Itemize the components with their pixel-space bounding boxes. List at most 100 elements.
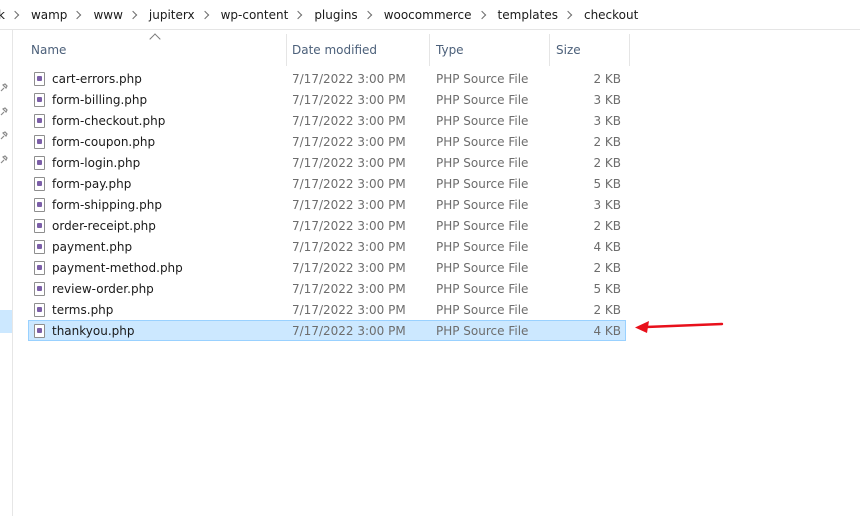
file-row[interactable]: form-billing.php 7/17/2022 3:00 PM PHP Sou… [28,89,626,110]
column-divider[interactable] [629,34,630,66]
file-name: order-receipt.php [52,219,156,233]
nav-selected-item[interactable] [0,310,12,333]
file-type: PHP Source File [436,240,529,254]
file-name: form-pay.php [52,177,132,191]
address-bar[interactable]: k wamp www jupiterx wp-content plugins woocomm… [0,0,860,30]
column-header-type[interactable]: Type [431,30,549,66]
file-size: 2 KB [593,303,621,317]
column-divider[interactable] [429,34,430,66]
chevron-right-icon[interactable] [294,10,303,19]
php-file-icon [34,156,45,170]
file-name: form-billing.php [52,93,148,107]
column-header-date[interactable]: Date modified [287,30,429,66]
file-name: form-shipping.php [52,198,162,212]
file-name: form-login.php [52,156,141,170]
php-file-icon [34,219,45,233]
chevron-right-icon[interactable] [477,10,486,19]
file-row[interactable]: form-shipping.php 7/17/2022 3:00 PM PHP So… [28,194,626,215]
php-file-icon [34,324,45,338]
php-file-icon [34,114,45,128]
file-size: 5 KB [593,282,621,296]
file-row[interactable]: payment.php 7/17/2022 3:00 PM PHP Source F… [28,236,626,257]
file-row[interactable]: review-order.php 7/17/2022 3:00 PM PHP Sou… [28,278,626,299]
file-date-modified: 7/17/2022 3:00 PM [292,240,406,254]
file-size: 3 KB [593,114,621,128]
file-size: 4 KB [593,324,621,338]
file-size: 4 KB [593,240,621,254]
file-size: 5 KB [593,177,621,191]
file-type: PHP Source File [436,282,529,296]
breadcrumb-item[interactable]: woocommerce [380,8,472,22]
file-size: 3 KB [593,198,621,212]
pin-icon [0,155,8,164]
pin-icon [0,83,8,92]
file-type: PHP Source File [436,261,529,275]
file-type: PHP Source File [436,135,529,149]
column-header-name[interactable]: Name [26,30,286,66]
file-date-modified: 7/17/2022 3:00 PM [292,93,406,107]
chevron-right-icon[interactable] [128,10,138,19]
pin-icon [0,107,8,116]
pin-icon [0,131,8,140]
breadcrumb-item[interactable]: templates [494,8,558,22]
file-row[interactable]: form-pay.php 7/17/2022 3:00 PM PHP Source … [28,173,626,194]
chevron-right-icon[interactable] [73,10,82,19]
php-file-icon [34,261,45,275]
file-row[interactable]: form-checkout.php 7/17/2022 3:00 PM PHP So… [28,110,626,131]
file-size: 2 KB [593,72,621,86]
php-file-icon [34,177,45,191]
file-list: cart-errors.php 7/17/2022 3:00 PM PHP Sour… [28,68,626,341]
file-date-modified: 7/17/2022 3:00 PM [292,303,406,317]
annotation-arrow [635,321,724,333]
column-header-size[interactable]: Size [551,30,629,66]
file-row[interactable]: thankyou.php 7/17/2022 3:00 PM PHP Source … [28,320,626,341]
file-size: 2 KB [593,219,621,233]
file-row[interactable]: order-receipt.php 7/17/2022 3:00 PM PHP So… [28,215,626,236]
breadcrumb-item[interactable]: checkout [580,8,638,22]
file-type: PHP Source File [436,156,529,170]
breadcrumb-item[interactable]: wp-content [217,8,289,22]
breadcrumb-item[interactable]: jupiterx [145,8,195,22]
file-date-modified: 7/17/2022 3:00 PM [292,219,406,233]
file-type: PHP Source File [436,303,529,317]
file-date-modified: 7/17/2022 3:00 PM [292,177,406,191]
file-type: PHP Source File [436,198,529,212]
file-size: 2 KB [593,156,621,170]
php-file-icon [34,135,45,149]
file-size: 3 KB [593,93,621,107]
file-type: PHP Source File [436,72,529,86]
file-type: PHP Source File [436,114,529,128]
chevron-right-icon[interactable] [200,10,209,19]
column-divider[interactable] [549,34,550,66]
file-name: cart-errors.php [52,72,142,86]
file-name: terms.php [52,303,114,317]
file-row[interactable]: payment-method.php 7/17/2022 3:00 PM PHP S… [28,257,626,278]
file-size: 2 KB [593,135,621,149]
file-name: payment-method.php [52,261,183,275]
file-date-modified: 7/17/2022 3:00 PM [292,72,406,86]
file-row[interactable]: terms.php 7/17/2022 3:00 PM PHP Source Fil… [28,299,626,320]
file-row[interactable]: form-coupon.php 7/17/2022 3:00 PM PHP Sour… [28,131,626,152]
file-date-modified: 7/17/2022 3:00 PM [292,135,406,149]
chevron-right-icon[interactable] [363,10,372,19]
file-row[interactable]: cart-errors.php 7/17/2022 3:00 PM PHP Sour… [28,68,626,89]
breadcrumb-item[interactable]: plugins [310,8,357,22]
php-file-icon [34,93,45,107]
php-file-icon [34,72,45,86]
php-file-icon [34,282,45,296]
breadcrumb-item[interactable]: wamp [27,8,67,22]
file-row[interactable]: form-login.php 7/17/2022 3:00 PM PHP Sourc… [28,152,626,173]
file-name: payment.php [52,240,133,254]
chevron-right-icon[interactable] [10,10,20,19]
file-name: thankyou.php [52,324,135,338]
navigation-pane[interactable] [0,30,13,516]
php-file-icon [34,303,45,317]
file-type: PHP Source File [436,324,529,338]
breadcrumb-item[interactable]: www [89,8,122,22]
file-name: form-checkout.php [52,114,166,128]
file-name: form-coupon.php [52,135,156,149]
breadcrumb-item[interactable]: k [0,8,5,22]
file-date-modified: 7/17/2022 3:00 PM [292,198,406,212]
chevron-right-icon[interactable] [563,10,573,19]
file-date-modified: 7/17/2022 3:00 PM [292,282,406,296]
